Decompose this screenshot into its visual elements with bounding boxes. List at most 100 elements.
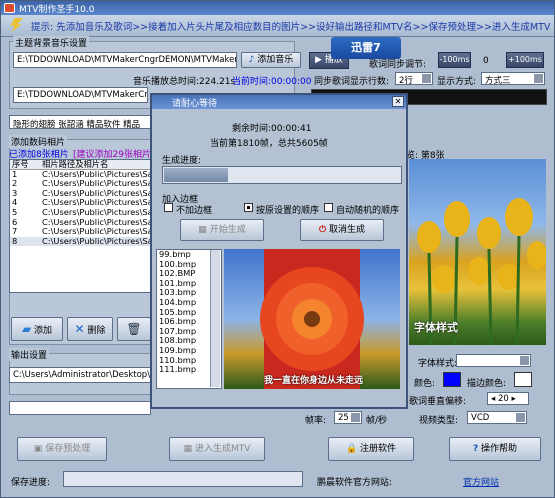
mtv-name-field[interactable] [9,401,151,415]
preview-image: 字体样式 [409,159,546,345]
title-bar: MTV制作圣手10.0 [1,1,554,15]
no-border-label: 不加边框 [176,206,213,216]
row-path: C:\Users\Public\Pictures\Sam [42,226,152,237]
sync-rows-select[interactable]: 2行 [395,72,433,86]
font-color-swatch[interactable] [443,372,461,387]
spin-left-icon: ◂ [491,394,496,404]
close-icon[interactable]: ✕ [392,96,404,107]
site-label: 鹏晨软件官方网站: [317,478,393,488]
plus-100ms-button[interactable]: +100ms [506,52,544,68]
save-preprocess-label: 保存预处理 [45,444,91,454]
row-path: C:\Users\Public\Pictures\Sam [42,206,152,217]
app-title: MTV制作圣手10.0 [19,5,95,15]
generate-mtv-button[interactable]: ▦ 进入生成MTV [169,437,265,461]
play-icon: ▶ [315,55,323,65]
display-mode-select[interactable]: 方式三 [481,72,545,86]
cancel-generate-button[interactable]: ⏻ 取消生成 [300,219,384,241]
delete-photo-button[interactable]: ✕ 删除 [67,317,113,341]
order-label: 按原设置的顺序 [256,206,320,216]
order-checkbox[interactable] [244,203,253,212]
font-color-label: 颜色: [414,379,436,389]
lock-icon: 🔒 [345,444,358,454]
app-icon [4,3,15,13]
row-path: C:\Users\Public\Pictures\Sam [42,235,152,246]
sync-label: 歌词同步调节: [369,60,427,70]
file-list-scrollbar[interactable] [210,250,220,387]
progress-label: 保存进度: [11,478,51,488]
music-group-label: 主题背景音乐设置 [13,36,90,49]
sync-offset-value: 0 [483,56,489,66]
fps-value: 25 [338,413,349,423]
video-type-select[interactable]: VCD [467,411,527,424]
add-photo-button[interactable]: ▰ 添加 [11,317,63,341]
trash-button[interactable]: 🗑 [117,317,151,341]
tags-field[interactable]: 隐形的翅膀 张韶涵 精品软件 精品 [9,115,157,129]
delete-photo-label: 删除 [87,326,106,336]
delete-x-icon: ✕ [74,322,85,336]
row-path: C:\Users\Public\Pictures\Sam [42,187,152,198]
display-mode-label: 显示方式: [437,77,477,87]
film-icon: ▦ [183,444,193,454]
music-path-field[interactable]: E:\TDDOWNLOAD\MTVMakerCngrDEMON\MTVMaker… [13,52,237,68]
minus-100ms-button[interactable]: -100ms [438,52,471,68]
register-button[interactable]: 🔒 注册软件 [328,437,414,461]
row-path: C:\Users\Public\Pictures\Sam [42,197,152,208]
progress-label-dialog: 生成进度: [162,156,202,166]
help-label: 操作帮助 [481,444,518,454]
display-mode-value: 方式三 [485,76,511,86]
chevron-down-icon [516,413,525,422]
music-total-time: 音乐播放总时间:224.21s [133,77,236,87]
output-path-field[interactable]: C:\Users\Administrator\Desktop\ [9,367,151,383]
film-icon: ▦ [198,225,207,235]
row-path: C:\Users\Public\Pictures\Sam [42,168,152,179]
fps-unit: 帧/秒 [366,416,388,426]
fps-select[interactable]: 25 [334,411,362,424]
flower-photo [260,249,364,389]
trash-icon: 🗑 [126,322,142,336]
random-checkbox[interactable] [324,203,333,212]
add-music-button[interactable]: ♪ 添加音乐 [241,52,301,68]
stroke-color-swatch[interactable] [514,372,532,387]
photos-table: 序号 相片路径及相片名 1 C:\Users\Public\Pictures\Sam… [9,159,152,293]
cancel-generate-label: 取消生成 [328,225,365,235]
frame-preview-image: 我一直在你身边从未走远 [224,249,400,389]
generate-mtv-label: 进入生成MTV [194,444,251,454]
row-index: 8 [12,235,18,246]
font-style-label: 字体样式: [418,359,458,369]
music-current-time: 当前时间:00:00:00 [232,77,312,87]
table-row[interactable]: 8 C:\Users\Public\Pictures\Sam [10,235,152,247]
start-generate-button[interactable]: ▦ 开始生成 [180,219,264,241]
lyrics-offset-label: 歌词垂直偏移: [409,397,467,407]
row-path: C:\Users\Public\Pictures\Sam [42,178,152,189]
no-border-checkbox[interactable] [164,203,173,212]
music-note-icon: ♪ [248,55,255,65]
generate-progress-fill [164,168,228,182]
help-button[interactable]: ? 操作帮助 [449,437,541,461]
site-link[interactable]: 官方网站 [463,475,499,488]
lyrics-offset-spinner[interactable]: ◂ 20 ▸ [487,392,529,405]
save-icon: ▣ [33,444,43,454]
spin-right-icon: ▸ [511,394,516,404]
register-label: 注册软件 [360,444,397,454]
tulip-photo [417,198,546,345]
lyrics-path-field[interactable]: E:\TDDOWNLOAD\MTVMakerCngrDEMON\MTVMaker… [13,87,148,103]
steps-text: 提示: 先添加音乐及歌词>>接着加入片头片尾及相应数目的图片>>设好输出路径和M… [31,22,551,33]
chevron-down-icon [534,74,543,83]
photos-rows: 1 C:\Users\Public\Pictures\Sam 2 C:\Users\P… [10,168,152,247]
video-type-value: VCD [471,413,490,423]
preview-caption: 字体样式 [414,321,458,334]
frame-preview-caption: 我一直在你身边从未走远 [264,376,364,386]
sync-rows-value: 2行 [399,76,413,86]
lyrics-offset-value: 20 [497,394,509,404]
video-type-label: 视频类型: [419,416,459,426]
add-music-label: 添加音乐 [257,55,294,65]
folder-icon: ▰ [21,322,32,336]
stop-icon: ⏻ [318,225,327,235]
save-preprocess-button[interactable]: ▣ 保存预处理 [17,437,107,461]
stroke-color-label: 描边颜色: [467,379,507,389]
lightning-icon [10,18,23,32]
sync-rows-label: 同步歌词显示行数: [314,77,390,87]
progress-dialog: 请耐心等待 ✕ 剩余时间:00:00:41 当前第1810帧，总共5605帧 生… [150,93,408,409]
chevron-down-icon [520,356,529,365]
font-style-select[interactable] [456,354,531,367]
